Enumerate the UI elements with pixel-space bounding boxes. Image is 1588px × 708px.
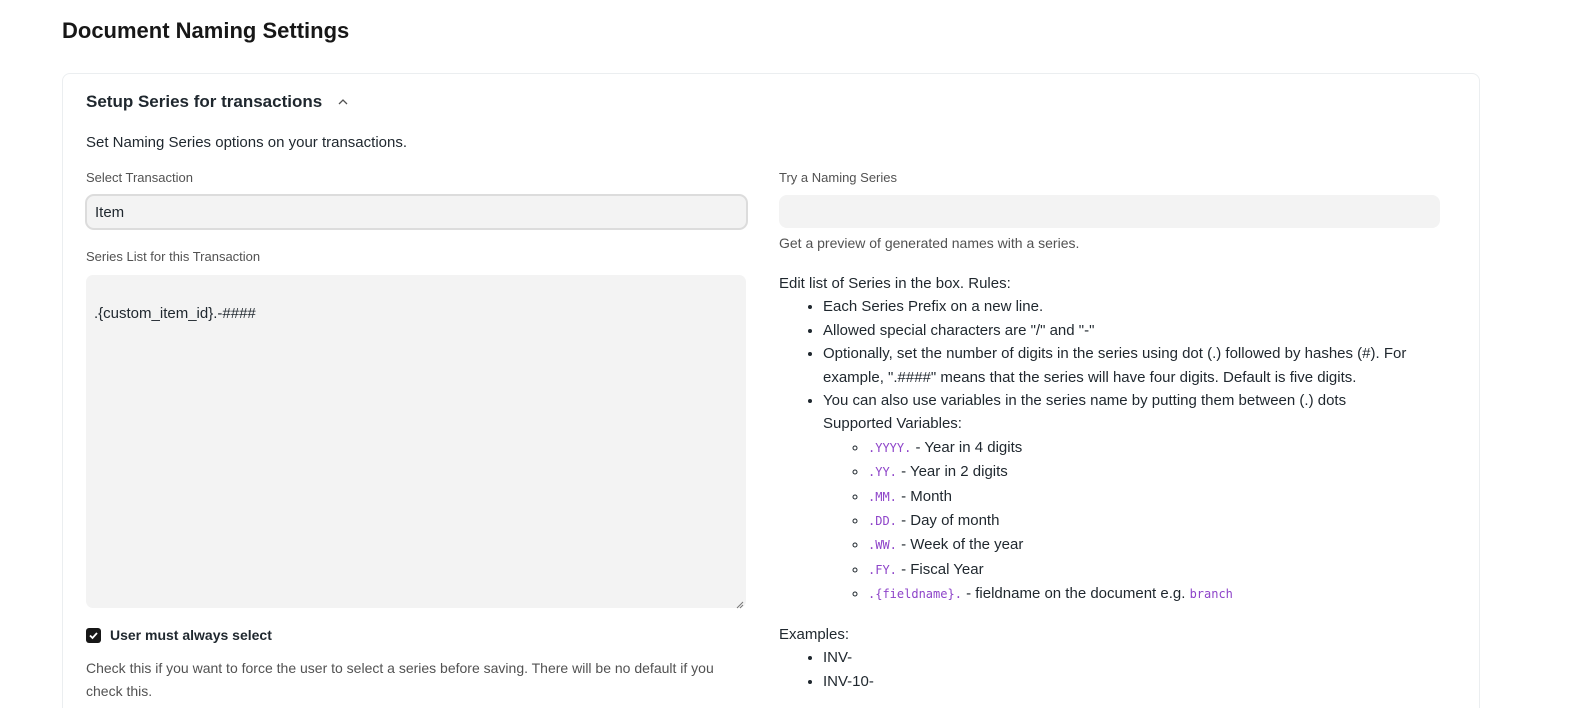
- chevron-up-icon[interactable]: [336, 95, 350, 109]
- series-list-label: Series List for this Transaction: [86, 249, 261, 264]
- section-title: Setup Series for transactions: [86, 92, 323, 111]
- variables-rule-line2: Supported Variables:: [823, 415, 962, 433]
- try-naming-series-help: Get a preview of generated names with a …: [779, 235, 1080, 251]
- variable-desc: - Month: [896, 487, 952, 505]
- variable-item: .{fieldname}. - fieldname on the documen…: [868, 582, 1449, 606]
- variable-desc: - fieldname on the document e.g.: [961, 585, 1190, 603]
- user-must-select-label: User must always select: [110, 627, 272, 643]
- rule-item: Each Series Prefix on a new line.: [823, 295, 1449, 318]
- variable-desc: - Week of the year: [896, 536, 1024, 554]
- select-transaction-label: Select Transaction: [86, 170, 193, 185]
- variable-code: .YYYY.: [868, 440, 912, 455]
- try-naming-series-label: Try a Naming Series: [779, 170, 897, 185]
- variable-desc: - Fiscal Year: [896, 560, 984, 578]
- try-naming-series-input[interactable]: [779, 195, 1440, 228]
- user-must-select-row[interactable]: User must always select: [86, 627, 272, 643]
- variable-desc: - Year in 4 digits: [911, 438, 1023, 456]
- check-icon: [89, 631, 98, 639]
- naming-series-card: Setup Series for transactions Set Naming…: [62, 73, 1480, 708]
- example-item: INV-: [823, 646, 1449, 669]
- rules-title: Edit list of Series in the box. Rules:: [779, 275, 1011, 292]
- page-title: Document Naming Settings: [62, 18, 350, 43]
- resize-handle-icon[interactable]: [734, 596, 744, 609]
- rule-item: Optionally, set the number of digits in …: [823, 342, 1449, 389]
- variables-rule-line1: You can also use variables in the series…: [823, 392, 1347, 410]
- variable-code: .MM.: [868, 489, 897, 504]
- example-item: INV-10-: [823, 670, 1449, 693]
- variable-code: .YY.: [868, 465, 897, 480]
- series-list-value: .{custom_item_id}.-####: [94, 305, 256, 322]
- variable-item: .DD. - Day of month: [868, 509, 1449, 533]
- variables-list: .YYYY. - Year in 4 digits .YY. - Year in…: [823, 436, 1449, 607]
- rules-list: Each Series Prefix on a new line. Allowe…: [779, 295, 1449, 606]
- variable-code: .{fieldname}.: [868, 587, 962, 602]
- variable-item: .MM. - Month: [868, 485, 1449, 509]
- variable-desc: - Day of month: [896, 512, 1000, 530]
- user-must-select-checkbox[interactable]: [86, 627, 101, 643]
- rule-item-variables: You can also use variables in the series…: [823, 389, 1449, 607]
- series-list-textarea[interactable]: .{custom_item_id}.-####: [86, 275, 746, 609]
- rule-item: Allowed special characters are "/" and "…: [823, 319, 1449, 342]
- section-header[interactable]: Setup Series for transactions: [86, 92, 350, 112]
- variable-code: .DD.: [868, 514, 897, 529]
- select-transaction-field[interactable]: Item: [85, 194, 748, 230]
- variable-code: .FY.: [868, 562, 897, 577]
- user-must-select-help: Check this if you want to force the user…: [86, 660, 714, 699]
- variable-desc: - Year in 2 digits: [896, 463, 1008, 481]
- variable-item: .WW. - Week of the year: [868, 533, 1449, 557]
- select-transaction-value: Item: [95, 203, 125, 221]
- examples-title: Examples:: [779, 625, 850, 643]
- section-description: Set Naming Series options on your transa…: [86, 134, 407, 151]
- examples-list: INV- INV-10-: [779, 646, 1449, 693]
- variable-item: .YYYY. - Year in 4 digits: [868, 436, 1449, 460]
- variable-code: .WW.: [868, 538, 897, 553]
- variable-item: .FY. - Fiscal Year: [868, 558, 1449, 582]
- variable-example-code: branch: [1189, 587, 1233, 602]
- variable-item: .YY. - Year in 2 digits: [868, 460, 1449, 484]
- naming-rules-help: Edit list of Series in the box. Rules: E…: [779, 272, 1449, 693]
